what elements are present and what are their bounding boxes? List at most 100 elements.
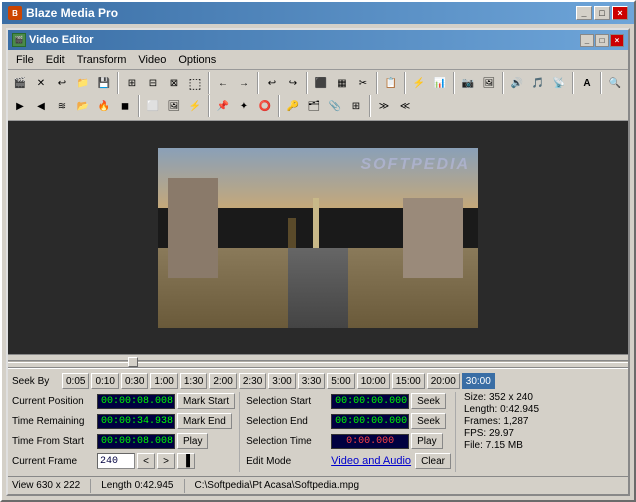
seek-2000-btn[interactable]: 20:00 [427,373,460,389]
tb-circle-btn[interactable]: ⭕ [255,96,275,116]
seek-by-label: Seek By [12,376,60,387]
edit-mode-row: Edit Mode Video and Audio Clear [246,452,451,470]
tb-export-btn[interactable]: ⚡ [409,73,429,93]
statusbar: View 630 x 222 Length 0:42.945 C:\Softpe… [8,476,628,494]
outer-minimize-btn[interactable]: _ [576,6,592,20]
timeline-area[interactable] [8,354,628,368]
tb-rewind-btn[interactable]: ◀ [31,96,51,116]
current-position-value: 00:00:08.008 [97,394,175,409]
tb-star-btn[interactable]: ✦ [234,96,254,116]
selection-time-label: Selection Time [246,436,331,447]
menu-transform[interactable]: Transform [71,52,133,68]
tb-key-btn[interactable]: 🔑 [283,96,303,116]
tb-nav-back-btn[interactable]: ← [213,73,233,93]
menu-video[interactable]: Video [132,52,172,68]
mark-start-btn[interactable]: Mark Start [177,393,235,409]
menu-options[interactable]: Options [172,52,222,68]
seek-1000-btn[interactable]: 10:00 [357,373,390,389]
tb-grid2-btn[interactable]: ⊞ [346,96,366,116]
current-frame-input[interactable] [97,453,135,469]
seek-slider[interactable]: ▐ [177,453,195,469]
tb-clip-btn[interactable]: 📎 [325,96,345,116]
menu-edit[interactable]: Edit [40,52,71,68]
tb-wave-btn[interactable]: ≋ [52,96,72,116]
tb-pin-btn[interactable]: 📌 [213,96,233,116]
time-from-start-row: Time From Start 00:00:08.008 Play [12,432,235,450]
inner-minimize-btn[interactable]: _ [580,34,594,47]
tb-paste-btn[interactable]: 📋 [381,73,401,93]
seek-330-btn[interactable]: 3:30 [298,373,325,389]
seek-300-btn[interactable]: 3:00 [268,373,295,389]
time-remaining-label: Time Remaining [12,416,97,427]
tb-new-btn[interactable]: 🎬 [10,73,30,93]
seek-500-btn[interactable]: 5:00 [327,373,354,389]
timeline-thumb[interactable] [128,357,138,367]
scene-building-right [403,198,463,278]
seek-230-btn[interactable]: 2:30 [239,373,266,389]
tb-chart-btn[interactable]: 📊 [430,73,450,93]
tb-text-btn[interactable]: A [577,73,597,93]
seek-3000-btn[interactable]: 30:00 [462,373,495,389]
prev-frame-btn[interactable]: < [137,453,155,469]
tb-black-btn[interactable]: ⬛ [311,73,331,93]
tb-cam-btn[interactable]: 📷 [458,73,478,93]
seek-130-btn[interactable]: 1:30 [180,373,207,389]
tb-back-btn[interactable]: ⬚ [185,73,205,93]
tb-minus-btn[interactable]: ⊟ [143,73,163,93]
sep-2 [208,72,210,94]
seek-end-btn[interactable]: Seek [411,413,446,429]
edit-mode-value[interactable]: Video and Audio [331,455,411,467]
clear-btn[interactable]: Clear [415,453,451,469]
tb-bolt-btn[interactable]: ⚡ [185,96,205,116]
status-view: View 630 x 222 [12,480,80,491]
tb-close-btn[interactable]: ✕ [31,73,51,93]
seek-start-btn[interactable]: Seek [411,393,446,409]
tb-zoom-btn[interactable]: 🔍 [605,73,625,93]
tb-folder2-btn[interactable]: 📂 [73,96,93,116]
tb-square-btn[interactable]: ◼ [115,96,135,116]
tb-grid-btn[interactable]: ⊞ [122,73,142,93]
play-selection-btn[interactable]: Play [411,433,442,449]
selection-time-value: 0:00.000 [331,434,409,449]
tb-snap-btn[interactable]: 🖼 [479,73,499,93]
transport-row: < > ▐ [137,453,195,469]
tb-undo2-btn[interactable]: ↩ [262,73,282,93]
inner-close-btn[interactable]: × [610,34,624,47]
tb-fast-btn[interactable]: ≫ [374,96,394,116]
seek-005-btn[interactable]: 0:05 [62,373,89,389]
tb-audio-btn[interactable]: 🔊 [507,73,527,93]
current-frame-label: Current Frame [12,456,97,467]
info-col: Size: 352 x 240 Length: 0:42.945 Frames:… [455,392,624,472]
outer-titlebar-left: B Blaze Media Pro [8,6,118,20]
play-btn[interactable]: Play [177,433,208,449]
outer-close-btn[interactable]: × [612,6,628,20]
tb-undo-btn[interactable]: ↩ [52,73,72,93]
tb-cut-btn[interactable]: ✂ [353,73,373,93]
inner-maximize-btn[interactable]: □ [595,34,609,47]
seek-200-btn[interactable]: 2:00 [209,373,236,389]
seek-010-btn[interactable]: 0:10 [91,373,118,389]
tb-save-btn[interactable]: 💾 [94,73,114,93]
seek-030-btn[interactable]: 0:30 [121,373,148,389]
tb-img-btn[interactable]: 🖼 [164,96,184,116]
tb-files-btn[interactable]: 🗂 [304,96,324,116]
status-sep-2 [184,479,185,493]
menu-file[interactable]: File [10,52,40,68]
tb-white-btn[interactable]: ⬜ [143,96,163,116]
outer-app-icon: B [8,6,22,20]
seek-100-btn[interactable]: 1:00 [150,373,177,389]
tb-nav-fwd-btn[interactable]: → [234,73,254,93]
tb-open-btn[interactable]: 📁 [73,73,93,93]
outer-maximize-btn[interactable]: □ [594,6,610,20]
tb-redo-btn[interactable]: ↪ [283,73,303,93]
tb-fire-btn[interactable]: 🔥 [94,96,114,116]
tb-cross-btn[interactable]: ⊠ [164,73,184,93]
tb-music-btn[interactable]: 🎵 [528,73,548,93]
next-frame-btn[interactable]: > [157,453,175,469]
tb-slow-btn[interactable]: ≪ [395,96,415,116]
tb-checker-btn[interactable]: ▦ [332,73,352,93]
tb-play-btn[interactable]: ▶ [10,96,30,116]
seek-1500-btn[interactable]: 15:00 [392,373,425,389]
tb-signal-btn[interactable]: 📡 [549,73,569,93]
mark-end-btn[interactable]: Mark End [177,413,232,429]
